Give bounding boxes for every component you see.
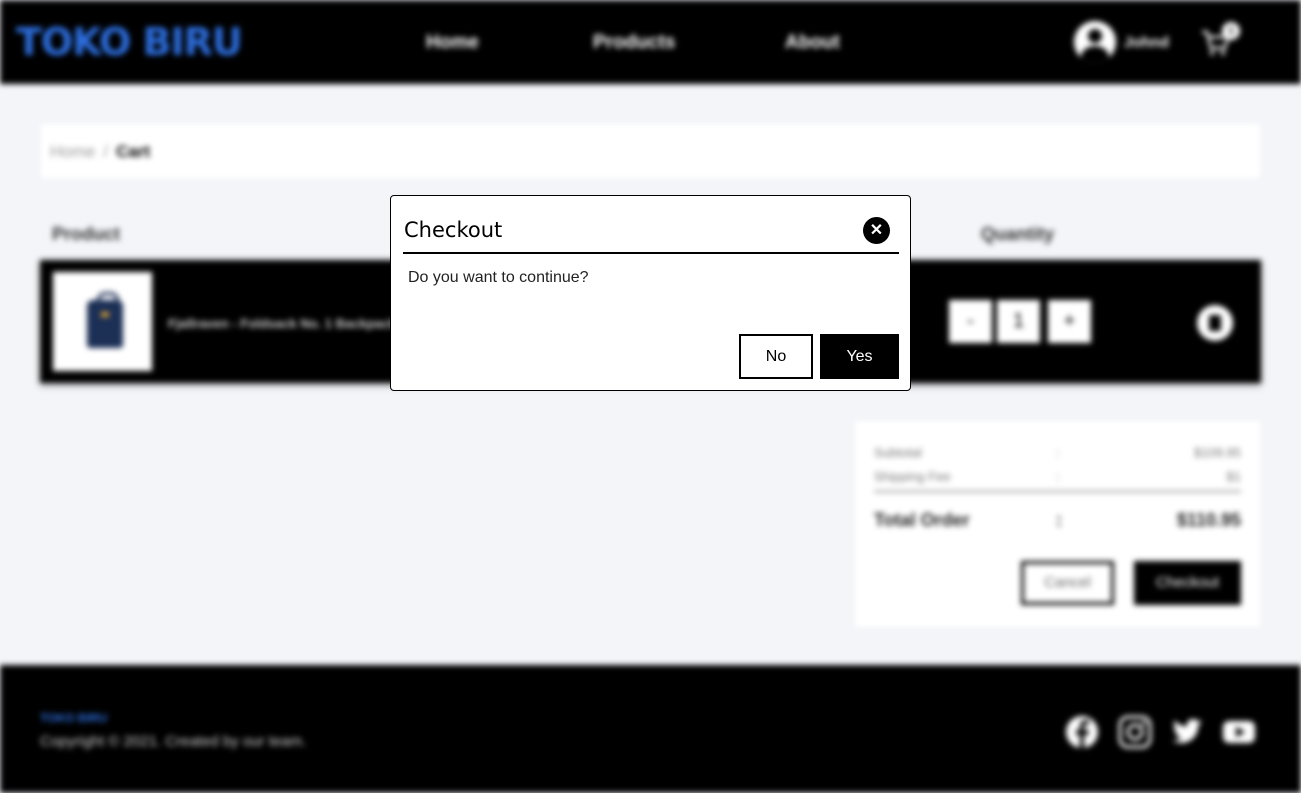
dialog-message: Do you want to continue? (408, 269, 589, 286)
blurred-background-page: TOKO BIRU Home Products About Johnd 1 Ho… (0, 0, 1301, 793)
column-header-quantity: Quantity (981, 224, 1055, 244)
breadcrumb-home-link[interactable]: Home (50, 142, 95, 161)
backpack-icon (87, 292, 123, 348)
breadcrumb: Home / Cart (41, 124, 1260, 178)
facebook-icon[interactable] (1065, 715, 1099, 749)
column-header-product: Product (52, 224, 121, 244)
breadcrumb-separator: / (103, 142, 109, 161)
cancel-button[interactable]: Cancel (1021, 561, 1114, 605)
summary-divider (874, 490, 1241, 493)
order-summary: Subtotal : $109.95 Shipping Fee : $1 Tot… (855, 421, 1260, 627)
subtotal-value: $109.95 (1194, 445, 1241, 460)
footer-copyright: Copyright © 2021. Created by our team. (40, 733, 307, 750)
product-image (53, 272, 152, 371)
username-label[interactable]: Johnd (1124, 34, 1169, 51)
no-button[interactable]: No (739, 334, 813, 379)
dialog-divider (403, 252, 899, 254)
checkout-button[interactable]: Checkout (1134, 561, 1241, 605)
subtotal-colon: : (1056, 445, 1060, 460)
close-icon[interactable]: ✕ (863, 217, 890, 244)
quantity-increase-button[interactable]: + (1048, 300, 1091, 343)
shipping-value: $1 (1226, 469, 1241, 484)
trash-icon[interactable] (1197, 305, 1233, 341)
nav-home-link[interactable]: Home (426, 32, 479, 54)
nav-products-link[interactable]: Products (593, 32, 675, 54)
footer: TOKO BIRU Copyright © 2021. Created by o… (0, 665, 1301, 793)
total-colon: : (1056, 510, 1062, 530)
dialog-title: Checkout (404, 218, 503, 242)
youtube-icon[interactable] (1222, 715, 1256, 749)
yes-button[interactable]: Yes (820, 334, 899, 379)
total-label: Total Order (874, 510, 970, 530)
user-avatar-icon[interactable] (1074, 21, 1116, 63)
checkout-confirm-dialog: Checkout ✕ Do you want to continue? No Y… (390, 195, 911, 391)
cart-count-badge: 1 (1222, 22, 1240, 40)
top-navbar: TOKO BIRU Home Products About Johnd 1 (0, 0, 1301, 84)
shipping-colon: : (1056, 469, 1060, 484)
quantity-decrease-button[interactable]: - (949, 300, 992, 343)
shipping-label: Shipping Fee (874, 469, 951, 484)
subtotal-label: Subtotal (874, 445, 922, 460)
breadcrumb-current: Cart (116, 142, 151, 161)
total-value: $110.95 (1176, 510, 1241, 530)
quantity-value: 1 (997, 300, 1040, 343)
instagram-icon[interactable] (1118, 715, 1152, 749)
site-logo[interactable]: TOKO BIRU (16, 20, 243, 64)
footer-brand: TOKO BIRU (40, 711, 108, 725)
nav-about-link[interactable]: About (785, 32, 840, 54)
twitter-icon[interactable] (1170, 715, 1204, 749)
